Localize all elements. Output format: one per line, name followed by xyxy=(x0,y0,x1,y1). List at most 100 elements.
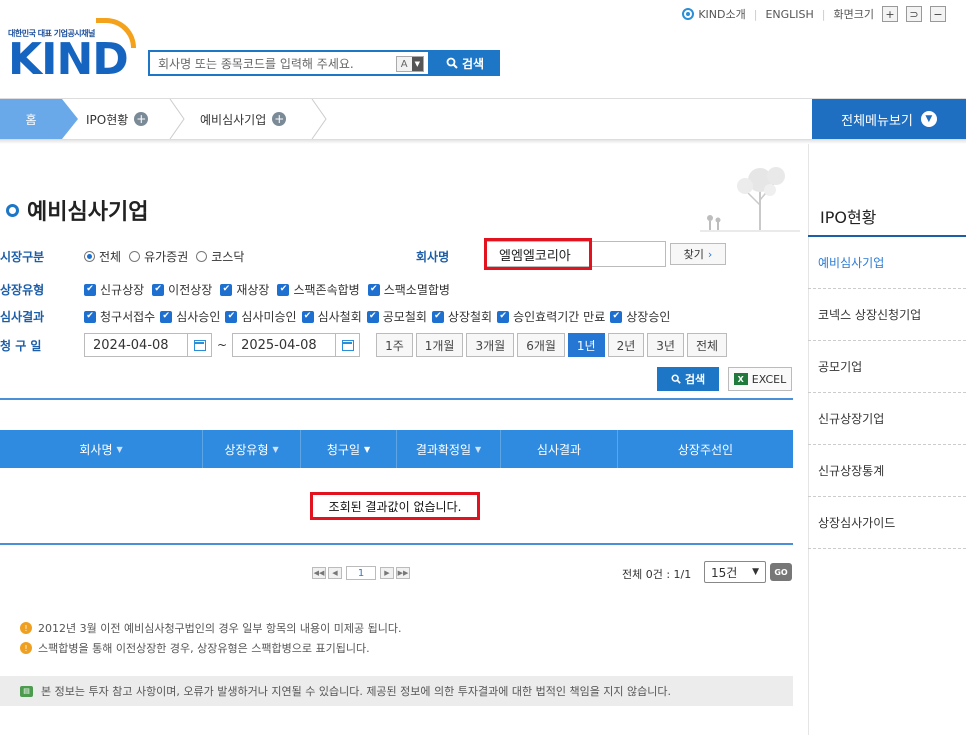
total-count: 전체 0건 : 1/1 xyxy=(622,568,692,581)
sidebar-item-offering[interactable]: 공모기업 xyxy=(808,341,966,393)
result-option[interactable]: ✔ 심사미승인 xyxy=(225,308,297,325)
result-option[interactable]: ✔ 공모철회 xyxy=(366,308,427,325)
zoom-in-button[interactable]: + xyxy=(882,6,898,22)
review-result-row: 심사결과 ✔ 청구서접수 ✔ 심사승인 ✔ 심사미승인 ✔ 심사철회 ✔ 공모철회 ✔ 상장… xyxy=(0,308,670,325)
result-option[interactable]: ✔ 청구서접수 xyxy=(84,308,155,325)
market-option-all[interactable]: 전체 xyxy=(84,248,121,265)
note-item: ! 스팩합병을 통해 이전상장한 경우, 상장유형은 스팩합병으로 표기됩니다. xyxy=(20,640,370,656)
checkbox-checked-icon[interactable]: ✔ xyxy=(220,283,233,296)
market-option-kospi[interactable]: 유가증권 xyxy=(129,248,188,265)
date-to-input[interactable]: 2025-04-08 xyxy=(232,333,337,357)
period-1y[interactable]: 1년 xyxy=(567,333,605,357)
option-label: 재상장 xyxy=(236,283,270,297)
column-listing-type[interactable]: 상장유형 ▼ xyxy=(203,430,301,468)
calendar-from-button[interactable] xyxy=(188,333,212,357)
excel-download-button[interactable]: X EXCEL xyxy=(728,367,792,391)
kind-intro-link[interactable]: KIND소개 xyxy=(682,6,746,22)
english-link[interactable]: ENGLISH xyxy=(765,8,813,21)
period-2y[interactable]: 2년 xyxy=(607,333,645,357)
home-link[interactable]: 홈 xyxy=(0,99,62,139)
period-3m[interactable]: 3개월 xyxy=(466,333,515,357)
info-bulb-icon: ! xyxy=(20,642,32,654)
period-3y[interactable]: 3년 xyxy=(647,333,684,357)
calendar-to-button[interactable] xyxy=(336,333,361,357)
checkbox-checked-icon[interactable]: ✔ xyxy=(152,283,165,296)
checkbox-checked-icon[interactable]: ✔ xyxy=(225,310,238,323)
search-button[interactable]: 검색 xyxy=(430,50,500,76)
radio-icon[interactable] xyxy=(196,251,208,262)
listing-type-option[interactable]: ✔ 스팩소멸합병 xyxy=(367,281,450,298)
result-option[interactable]: ✔ 상장승인 xyxy=(610,308,670,325)
listing-type-option[interactable]: ✔ 이전상장 xyxy=(152,281,212,298)
search-type-value: A xyxy=(400,58,408,70)
sidebar-item-new-listing[interactable]: 신규상장기업 xyxy=(808,393,966,445)
plus-icon[interactable]: + xyxy=(134,112,149,126)
result-option[interactable]: ✔ 승인효력기간 만료 xyxy=(497,308,605,325)
section-divider xyxy=(0,398,793,400)
kind-logo[interactable]: 대한민국 대표 기업공시채널 KIND xyxy=(8,18,136,82)
result-option[interactable]: ✔ 상장철회 xyxy=(431,308,492,325)
listing-type-option[interactable]: ✔ 재상장 xyxy=(220,281,269,298)
column-request-date[interactable]: 청구일 ▼ xyxy=(301,430,397,468)
radio-checked-icon[interactable] xyxy=(84,251,95,262)
breadcrumb-item-preliminary[interactable]: 예비심사기업 + xyxy=(200,99,287,139)
sidebar-item-review-guide[interactable]: 상장심사가이드 xyxy=(808,497,966,549)
page-number[interactable]: 1 xyxy=(346,566,376,580)
breadcrumb-item-ipo[interactable]: IPO현황 + xyxy=(86,99,149,139)
pagination: ◀◀ ◀ 1 ▶ ▶▶ xyxy=(312,566,410,580)
listing-type-label: 상장유형 xyxy=(0,283,45,297)
checkbox-checked-icon[interactable]: ✔ xyxy=(497,310,510,323)
checkbox-checked-icon[interactable]: ✔ xyxy=(367,283,380,296)
breadcrumb-chevron-icon xyxy=(169,99,185,139)
zoom-reset-button[interactable]: ⊃ xyxy=(906,6,922,22)
column-company[interactable]: 회사명 ▼ xyxy=(0,430,203,468)
search-input[interactable]: 회사명 또는 종목코드를 입력해 주세요. A ▼ xyxy=(148,50,430,76)
prev-page-icon[interactable]: ◀ xyxy=(328,567,342,579)
global-search: 회사명 또는 종목코드를 입력해 주세요. A ▼ 검색 xyxy=(148,50,500,76)
checkbox-checked-icon[interactable]: ✔ xyxy=(84,283,96,296)
column-result-date[interactable]: 결과확정일 ▼ xyxy=(397,430,501,468)
checkbox-checked-icon[interactable]: ✔ xyxy=(160,310,173,323)
market-option-kosdaq[interactable]: 코스닥 xyxy=(196,248,244,265)
page-size-value: 15건 xyxy=(711,565,738,580)
search-placeholder: 회사명 또는 종목코드를 입력해 주세요. xyxy=(158,56,354,71)
sidebar-item-konex[interactable]: 코넥스 상장신청기업 xyxy=(808,289,966,341)
date-from-input[interactable]: 2024-04-08 xyxy=(84,333,188,357)
checkbox-checked-icon[interactable]: ✔ xyxy=(301,310,314,323)
radio-icon[interactable] xyxy=(129,251,141,262)
column-label: 청구일 xyxy=(326,442,360,457)
tree-illustration-icon xyxy=(700,167,800,232)
excel-icon: X xyxy=(733,373,748,385)
result-option[interactable]: ✔ 심사철회 xyxy=(301,308,362,325)
period-all[interactable]: 전체 xyxy=(686,333,728,357)
zoom-out-button[interactable]: − xyxy=(930,6,946,22)
checkbox-checked-icon[interactable]: ✔ xyxy=(366,310,379,323)
market-filter-row: 시장구분 전체 유가증권 코스닥 xyxy=(0,248,252,265)
filter-search-button[interactable]: 검색 xyxy=(657,367,719,391)
listing-type-option[interactable]: ✔ 스팩존속합병 xyxy=(277,281,360,298)
last-page-icon[interactable]: ▶▶ xyxy=(396,567,410,579)
period-1w[interactable]: 1주 xyxy=(376,333,413,357)
period-1m[interactable]: 1개월 xyxy=(415,333,464,357)
page-size-select[interactable]: 15건 ▼ xyxy=(704,561,766,583)
find-button[interactable]: 찾기 › xyxy=(670,243,726,265)
next-page-icon[interactable]: ▶ xyxy=(380,567,394,579)
checkbox-checked-icon[interactable]: ✔ xyxy=(431,310,444,323)
first-page-icon[interactable]: ◀◀ xyxy=(312,567,326,579)
search-type-select[interactable]: A ▼ xyxy=(395,56,424,72)
checkbox-checked-icon[interactable]: ✔ xyxy=(84,310,96,323)
all-menu-button[interactable]: 전체메뉴보기 ▼ xyxy=(812,99,966,139)
result-option[interactable]: ✔ 심사승인 xyxy=(160,308,220,325)
kind-circle-icon xyxy=(682,8,695,20)
go-button[interactable]: GO xyxy=(770,563,792,581)
period-6m[interactable]: 6개월 xyxy=(517,333,565,357)
listing-type-option[interactable]: ✔ 신규상장 xyxy=(84,281,144,298)
checkbox-checked-icon[interactable]: ✔ xyxy=(277,283,290,296)
option-label: 공모철회 xyxy=(382,310,427,324)
checkbox-checked-icon[interactable]: ✔ xyxy=(610,310,623,323)
sidebar-item-preliminary[interactable]: 예비심사기업 xyxy=(808,237,966,289)
filter-search-label: 검색 xyxy=(684,373,706,386)
option-label: 이전상장 xyxy=(168,283,213,297)
plus-icon[interactable]: + xyxy=(272,112,287,126)
sidebar-item-listing-stats[interactable]: 신규상장통계 xyxy=(808,445,966,497)
